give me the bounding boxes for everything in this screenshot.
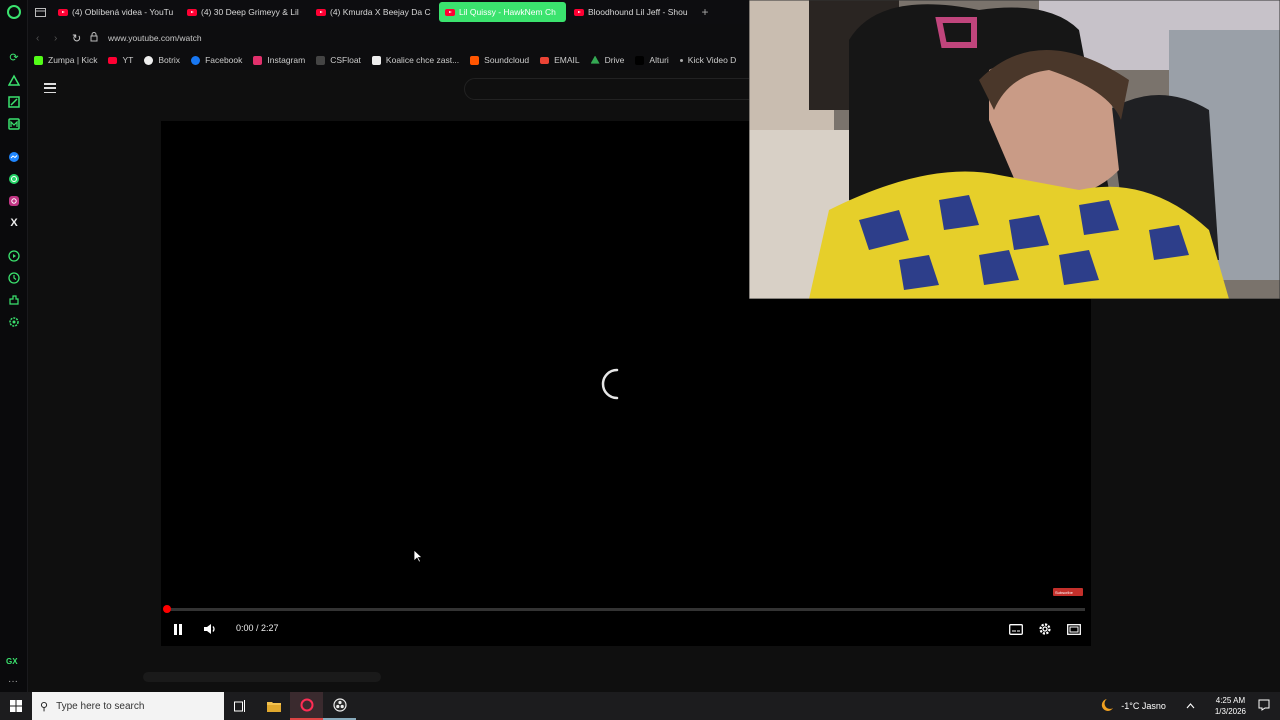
player-icon[interactable]: [7, 249, 21, 263]
google-drive-icon: [590, 55, 600, 64]
kick-icon: [34, 55, 43, 65]
loading-spinner-icon: [601, 368, 619, 400]
youtube-icon: [445, 8, 455, 16]
weather-text[interactable]: -1°C Jasno: [1121, 701, 1166, 711]
speed-dial-icon[interactable]: ⟳: [7, 51, 21, 65]
gmail-icon: [540, 56, 550, 64]
new-tab-button[interactable]: +: [697, 5, 713, 19]
browser-sidebar: ⟳ X GX ···: [0, 0, 28, 692]
alturi-icon: [635, 55, 645, 65]
chevron-up-icon[interactable]: [1186, 701, 1195, 711]
tab-kmurda-beejay[interactable]: (4) Kmurda X Beejay Da C: [310, 2, 437, 22]
bookmark-instagram[interactable]: Instagram: [253, 55, 305, 65]
bookmark-csfloat[interactable]: CSFloat: [316, 55, 361, 65]
progress-scrubber[interactable]: [163, 605, 171, 613]
koalice-icon: [371, 55, 381, 65]
kick-video-icon: [679, 58, 683, 62]
bookmark-yt[interactable]: YT: [108, 55, 133, 65]
instagram-icon: [253, 55, 263, 65]
time-display: 0:00 / 2:27: [236, 623, 279, 633]
clock[interactable]: 4:25 AM 1/3/2026: [1215, 695, 1246, 717]
tab-bloodhound-lil-jeff[interactable]: Bloodhound Lil Jeff - Shou: [568, 2, 695, 22]
bookmark-facebook[interactable]: Facebook: [191, 55, 242, 65]
bookmark-botrix[interactable]: Botrix: [144, 55, 180, 65]
tab-strip: (4) Oblíbená videa - YouTube (4) 30 Deep…: [28, 0, 750, 24]
csfloat-icon: [316, 55, 326, 65]
mouse-cursor-icon: [413, 549, 423, 563]
opera-gx-taskbar-icon[interactable]: [290, 692, 323, 720]
settings-button[interactable]: [1034, 619, 1056, 639]
webcam-overlay: [749, 0, 1280, 299]
windows-icon: [10, 700, 22, 712]
forward-icon[interactable]: ›: [54, 33, 72, 44]
gx-corner-icon[interactable]: [7, 73, 21, 87]
back-icon[interactable]: ‹: [36, 33, 54, 44]
facebook-icon: [191, 55, 201, 65]
start-button[interactable]: [0, 692, 32, 720]
address-bar: ‹ › ↻ www.youtube.com/watch: [28, 26, 750, 50]
lock-icon[interactable]: [90, 32, 104, 44]
menu-icon[interactable]: [44, 83, 56, 93]
subtitles-button[interactable]: [1005, 619, 1027, 639]
opera-gx-logo-icon[interactable]: [7, 5, 21, 19]
screen: ⟳ X GX ··· (4) Oblíbená videa - YouTube …: [0, 0, 1280, 720]
tab-deep-grimeyy[interactable]: (4) 30 Deep Grimeyy & Lil: [181, 2, 308, 22]
history-icon[interactable]: [7, 271, 21, 285]
bookmark-kick-video[interactable]: Kick Video D: [679, 55, 736, 65]
messenger-icon[interactable]: [7, 150, 21, 164]
webcam-feed-image: [749, 0, 1280, 299]
x-twitter-icon[interactable]: X: [7, 216, 21, 230]
taskbar: ⚲ Type here to search -1°C Jasno 4:25 AM: [0, 692, 1280, 720]
system-tray: -1°C Jasno 4:25 AM 1/3/2026: [1099, 692, 1280, 720]
notifications-icon[interactable]: [1258, 699, 1270, 713]
tab-lil-quissy[interactable]: Lil Quissy - HawkNem Ch: [439, 2, 566, 22]
bookmark-soundcloud[interactable]: Soundcloud: [470, 55, 529, 65]
video-title-placeholder: [143, 672, 381, 682]
taskbar-search-input[interactable]: ⚲ Type here to search: [32, 692, 224, 720]
youtube-icon: [58, 8, 68, 16]
more-icon[interactable]: ···: [8, 676, 18, 687]
workspaces-icon[interactable]: [28, 0, 52, 24]
gx-player-icon[interactable]: [7, 117, 21, 131]
gx-control-label[interactable]: GX: [6, 657, 18, 666]
volume-button[interactable]: [199, 619, 221, 639]
instagram-icon[interactable]: [7, 194, 21, 208]
whatsapp-icon[interactable]: [7, 172, 21, 186]
url-field[interactable]: www.youtube.com/watch: [108, 33, 202, 43]
youtube-icon: [108, 56, 118, 64]
youtube-icon: [187, 8, 197, 16]
reload-icon[interactable]: ↻: [72, 32, 90, 45]
youtube-icon: [316, 8, 326, 16]
progress-bar[interactable]: [167, 608, 1085, 611]
bookmark-drive[interactable]: Drive: [590, 55, 624, 65]
twitch-icon[interactable]: [7, 95, 21, 109]
bookmarks-bar: Zumpa | Kick YT Botrix Facebook Instagra…: [28, 51, 750, 69]
task-view-button[interactable]: [224, 692, 257, 720]
tab-oblibena-videa[interactable]: (4) Oblíbená videa - YouTube: [52, 2, 179, 22]
pause-button[interactable]: [169, 619, 187, 639]
weather-icon[interactable]: [1099, 698, 1115, 714]
obs-taskbar-icon[interactable]: [323, 692, 356, 720]
bookmark-koalice[interactable]: Koalice chce zast...: [371, 55, 459, 65]
bookmark-email[interactable]: EMAIL: [540, 55, 580, 65]
settings-gear-icon[interactable]: [7, 315, 21, 329]
botrix-icon: [144, 55, 154, 65]
soundcloud-icon: [470, 55, 480, 65]
search-input[interactable]: [464, 78, 754, 100]
extensions-icon[interactable]: [7, 293, 21, 307]
bookmark-zumpa-kick[interactable]: Zumpa | Kick: [34, 55, 97, 65]
file-explorer-icon[interactable]: [257, 692, 290, 720]
subscribe-watermark[interactable]: Subscribe: [1053, 588, 1083, 596]
bookmark-alturi[interactable]: Alturi: [635, 55, 669, 65]
theater-mode-button[interactable]: [1063, 619, 1085, 639]
youtube-icon: [574, 8, 584, 16]
search-icon: ⚲: [40, 700, 49, 713]
